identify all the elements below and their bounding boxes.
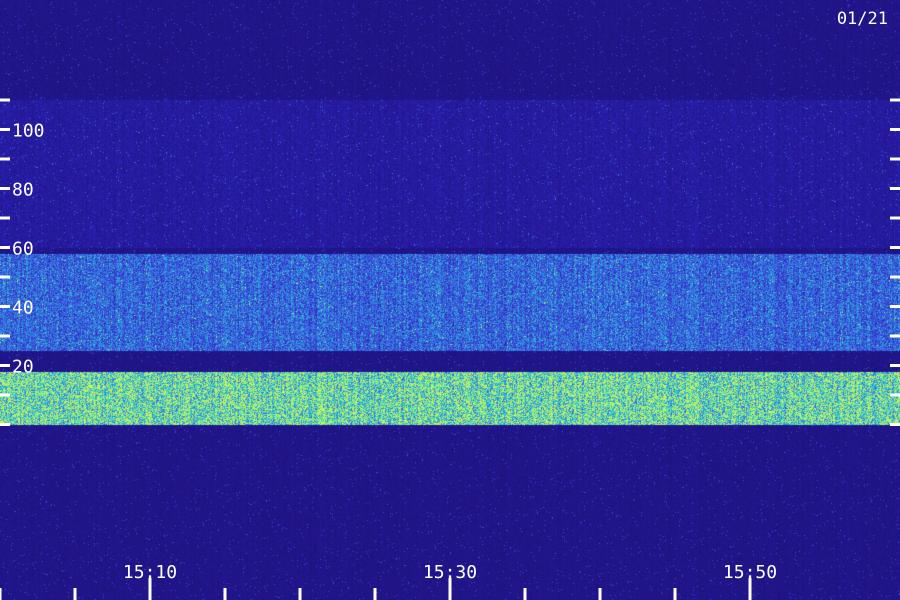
y-tick-label: 80 (12, 180, 34, 201)
y-tick-label: 60 (12, 239, 34, 260)
y-axis-ticks: 100 80 60 40 20 (0, 98, 900, 426)
date-label: 01/21 (837, 9, 888, 29)
chart-overlay: 100 80 60 40 20 15:10 15:30 15:50 01/21 (0, 9, 900, 600)
y-tick-label: 40 (12, 298, 34, 319)
x-axis-ticks: 15:10 15:30 15:50 (0, 562, 777, 600)
x-tick-label: 15:10 (123, 562, 177, 583)
y-tick-label: 100 (12, 121, 45, 142)
x-tick-label: 15:50 (723, 562, 777, 583)
x-tick-label: 15:30 (423, 562, 477, 583)
y-tick-label: 20 (12, 357, 34, 378)
spectrogram: 100 80 60 40 20 15:10 15:30 15:50 01/21 (0, 0, 900, 600)
